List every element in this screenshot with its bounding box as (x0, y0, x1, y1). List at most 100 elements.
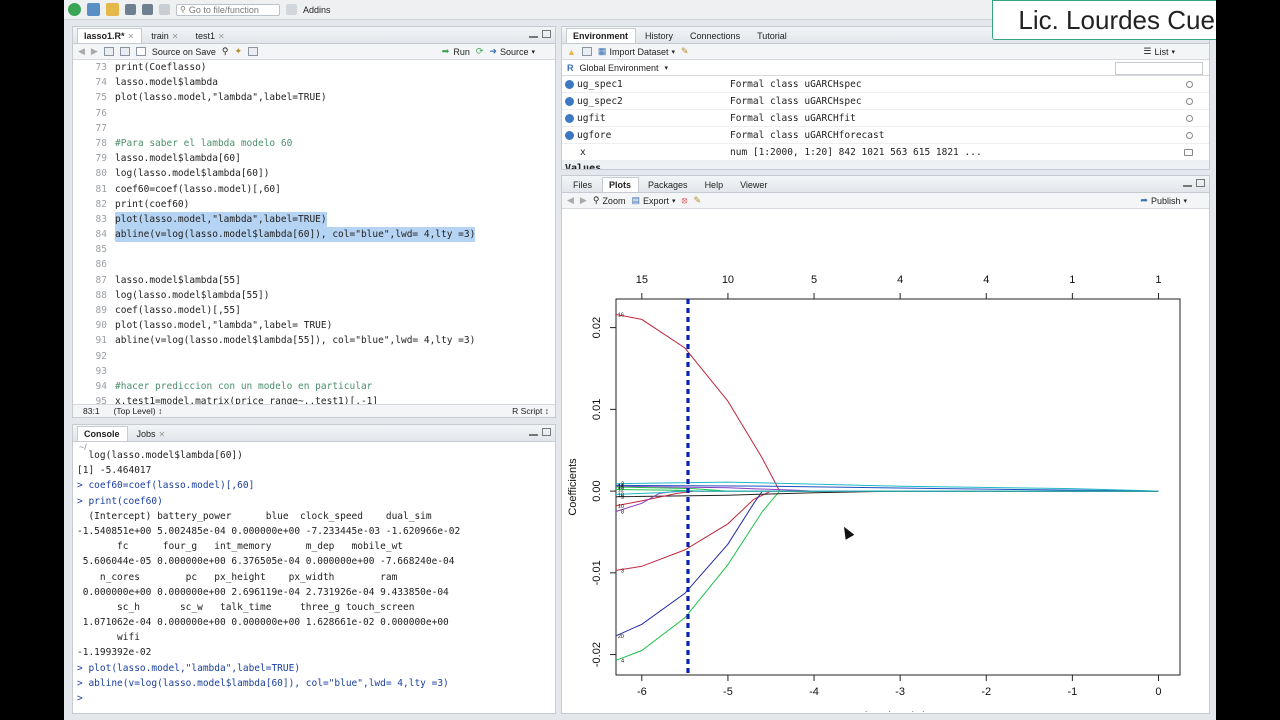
code-line[interactable]: 84 abline(v=log(lasso.model$lambda[60]), … (73, 227, 555, 243)
back-arrow-icon[interactable]: ◀ (567, 195, 574, 206)
tab-console[interactable]: Console (77, 426, 128, 441)
tab-jobs[interactable]: Jobs ✕ (130, 426, 174, 441)
environment-row[interactable]: ug_spec2 Formal class uGARCHspec (562, 93, 1209, 110)
console-output[interactable]: log(lasso.model$lambda[60]) [1] -5.464017… (73, 448, 555, 706)
code-line[interactable]: 75 plot(lasso.model,"lambda",label=TRUE) (73, 90, 555, 105)
tab-files[interactable]: Files (566, 177, 600, 192)
search-icon[interactable] (1186, 131, 1193, 139)
show-in-window-icon[interactable] (103, 47, 114, 56)
tab-tutorial[interactable]: Tutorial (750, 28, 795, 43)
code-line[interactable]: 94 #hacer prediccion con un modelo en par… (73, 379, 555, 394)
list-view-button[interactable]: ☰ List ▾ (1143, 46, 1175, 57)
save-all-icon[interactable] (142, 4, 153, 15)
publish-button[interactable]: ➦ Publish ▾ (1140, 195, 1187, 206)
expand-object-icon[interactable] (565, 96, 574, 106)
tab-viewer[interactable]: Viewer (733, 177, 775, 192)
save-icon[interactable] (125, 4, 136, 15)
file-type-selector[interactable]: R Script ↕ (512, 406, 549, 416)
minimize-icon[interactable] (529, 433, 538, 436)
environment-row[interactable]: ug_spec1 Formal class uGARCHspec (562, 76, 1209, 93)
close-icon[interactable]: ✕ (172, 32, 179, 41)
tab-lasso1[interactable]: lasso1.R* ✕ (77, 28, 143, 43)
environment-row[interactable]: ugfit Formal class uGARCHfit (562, 110, 1209, 127)
tab-plots[interactable]: Plots (602, 177, 640, 192)
code-line[interactable]: 91 abline(v=log(lasso.model$lambda[55]), … (73, 333, 555, 348)
print-icon[interactable] (159, 4, 170, 15)
code-line[interactable]: 83 plot(lasso.model,"lambda",label=TRUE) (73, 211, 555, 228)
source-on-save-checkbox[interactable] (135, 47, 146, 56)
code-text: print(Coeflasso) (115, 62, 207, 73)
tab-history[interactable]: History (638, 28, 681, 43)
remove-plot-icon[interactable]: ⦻ (682, 195, 688, 206)
code-line[interactable]: 79 lasso.model$lambda[60] (73, 151, 555, 166)
close-icon[interactable]: ✕ (159, 430, 166, 439)
code-line[interactable]: 74 lasso.model$lambda (73, 75, 555, 90)
back-arrow-icon[interactable]: ◀ (78, 46, 85, 57)
grid-layout-icon[interactable] (286, 4, 297, 15)
code-line[interactable]: 90 plot(lasso.model,"lambda",label= TRUE) (73, 318, 555, 333)
tab-environment[interactable]: Environment (566, 28, 637, 43)
run-button[interactable]: ➡ Run (442, 46, 470, 57)
save-workspace-icon[interactable] (581, 47, 592, 56)
code-line[interactable]: 88 log(lasso.model$lambda[55]) (73, 288, 555, 303)
search-icon[interactable] (1186, 97, 1193, 105)
expand-object-icon[interactable] (565, 79, 574, 89)
search-icon[interactable]: ⚲ (222, 46, 229, 57)
addins-menu[interactable]: Addins (303, 5, 331, 15)
tab-connections[interactable]: Connections (683, 28, 748, 43)
code-line[interactable]: 76 (73, 106, 555, 121)
compile-report-icon[interactable] (248, 47, 259, 56)
broom-icon[interactable]: ✎ (693, 195, 701, 206)
broom-icon[interactable]: ✎ (681, 46, 689, 57)
code-line[interactable]: 82 print(coef60) (73, 197, 555, 212)
search-icon[interactable] (1186, 114, 1193, 122)
code-line[interactable]: 78 #Para saber el lambda modelo 60 (73, 136, 555, 151)
code-line[interactable]: 81 coef60=coef(lasso.model)[,60] (73, 182, 555, 197)
code-line[interactable]: 93 (73, 364, 555, 379)
minimize-icon[interactable] (529, 35, 538, 38)
code-line[interactable]: 92 (73, 349, 555, 364)
save-icon[interactable] (119, 47, 130, 56)
minimize-icon[interactable] (1183, 184, 1192, 187)
code-line[interactable]: 80 log(lasso.model$lambda[60]) (73, 166, 555, 181)
expand-object-icon[interactable] (565, 113, 574, 123)
scope-selector[interactable]: (Top Level) ↕ (114, 406, 163, 416)
goto-file-input[interactable]: ⚲ Go to file/function (176, 3, 280, 16)
tab-packages[interactable]: Packages (641, 177, 696, 192)
export-button[interactable]: ▤ Export ▾ (631, 195, 675, 206)
grid-view-icon[interactable] (1184, 148, 1193, 156)
scope-selector[interactable]: Global Environment (580, 63, 659, 73)
code-line[interactable]: 85 (73, 242, 555, 257)
tab-help[interactable]: Help (698, 177, 732, 192)
code-area[interactable]: 73 print(Coeflasso) 74 lasso.model$lambda 75… (73, 60, 555, 409)
code-line[interactable]: 77 (73, 121, 555, 136)
environment-search-input[interactable] (1115, 62, 1203, 75)
load-workspace-icon[interactable]: ▲ (567, 47, 576, 57)
zoom-button[interactable]: ⚲ Zoom (593, 195, 626, 206)
tab-train[interactable]: train ✕ (144, 28, 186, 43)
maximize-icon[interactable] (542, 428, 551, 436)
rerun-icon[interactable]: ⟳ (476, 46, 484, 57)
new-file-icon[interactable] (68, 3, 81, 16)
environment-row[interactable]: x num [1:2000, 1:20] 842 1021 563 615 182… (562, 144, 1209, 161)
close-icon[interactable]: ✕ (128, 32, 135, 41)
code-line[interactable]: 73 print(Coeflasso) (73, 60, 555, 75)
environment-row[interactable]: ugfore Formal class uGARCHforecast (562, 127, 1209, 144)
import-dataset-button[interactable]: ▦ Import Dataset ▾ (598, 46, 675, 57)
wand-icon[interactable]: ✦ (234, 46, 242, 57)
open-file-icon[interactable] (106, 3, 119, 16)
forward-arrow-icon[interactable]: ▶ (580, 195, 587, 206)
new-project-icon[interactable] (87, 3, 100, 16)
forward-arrow-icon[interactable]: ▶ (91, 46, 98, 57)
source-button[interactable]: ➜ Source ▾ (489, 46, 535, 57)
code-line[interactable]: 86 (73, 257, 555, 272)
tab-test1[interactable]: test1 ✕ (188, 28, 232, 43)
code-line[interactable]: 89 coef(lasso.model)[,55] (73, 303, 555, 318)
console-line: > print(coef60) (77, 495, 163, 507)
maximize-icon[interactable] (542, 30, 551, 38)
search-icon[interactable] (1186, 80, 1193, 88)
code-line[interactable]: 87 lasso.model$lambda[55] (73, 273, 555, 288)
expand-object-icon[interactable] (565, 130, 574, 140)
close-icon[interactable]: ✕ (218, 32, 225, 41)
maximize-icon[interactable] (1196, 179, 1205, 187)
